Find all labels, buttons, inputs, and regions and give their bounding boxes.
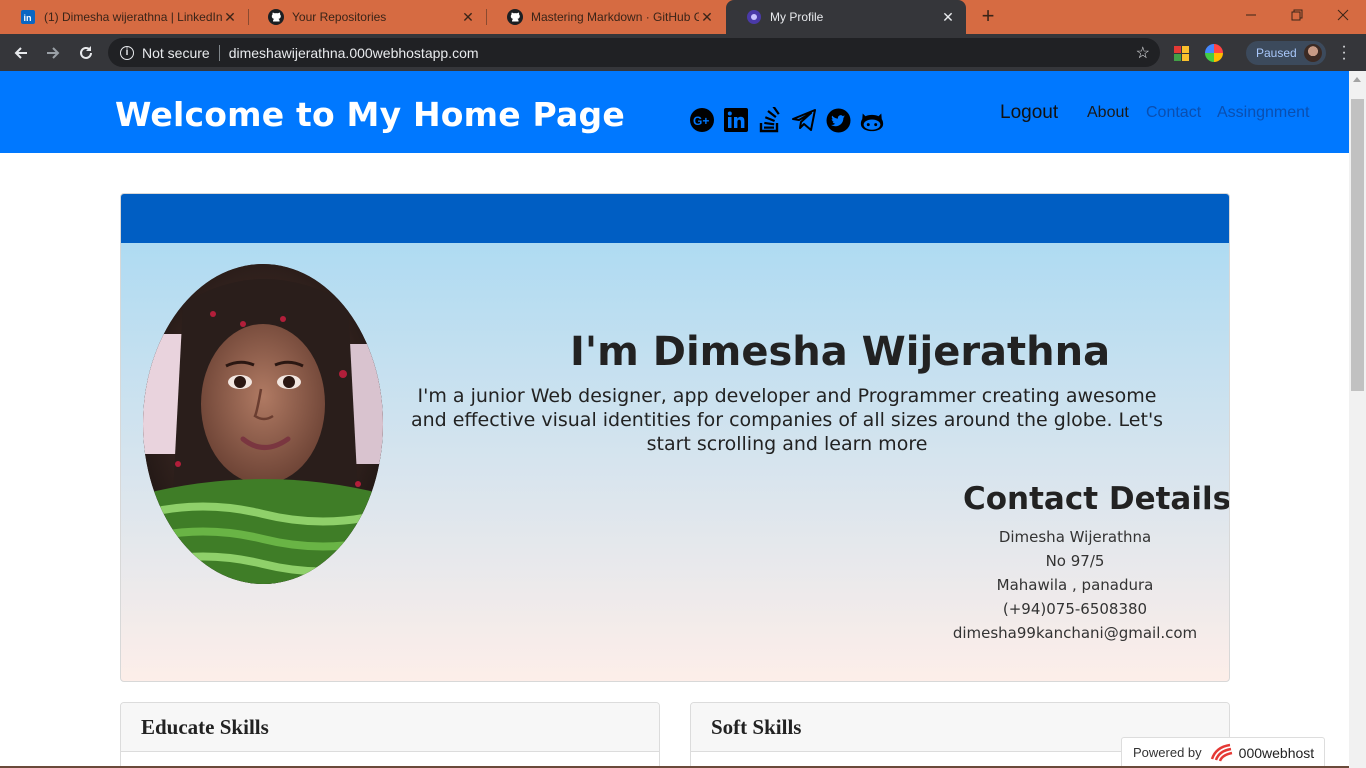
tab-strip: in (1) Dimesha wijerathna | LinkedIn ✕ Y… [0, 0, 1366, 34]
linkedin-icon[interactable] [723, 107, 749, 133]
info-icon[interactable]: i [120, 45, 134, 60]
profile-card: I'm Dimesha Wijerathna I'm a junior Web … [120, 193, 1230, 682]
close-window-button[interactable] [1320, 0, 1366, 30]
avatar [1304, 44, 1322, 62]
profile-button[interactable]: Paused [1246, 41, 1326, 65]
educate-skills-card: Educate Skills [120, 702, 660, 768]
back-button[interactable] [8, 40, 34, 66]
bookmark-star-icon[interactable]: ☆ [1136, 43, 1150, 63]
security-label: Not secure [142, 44, 210, 61]
github-icon [268, 9, 284, 25]
telegram-icon[interactable] [791, 107, 817, 133]
site-icon [746, 9, 762, 25]
close-icon[interactable]: ✕ [699, 9, 715, 26]
github-icon [507, 9, 523, 25]
site-title: Welcome to My Home Page [115, 95, 625, 134]
menu-icon[interactable]: · · · [1338, 39, 1350, 67]
nav-contact[interactable]: Contact [1146, 104, 1201, 122]
reload-button[interactable] [73, 40, 99, 66]
forward-button[interactable] [40, 40, 66, 66]
close-icon[interactable]: ✕ [940, 9, 956, 26]
contact-name: Dimesha Wijerathna [998, 528, 1152, 546]
stack-overflow-icon[interactable] [757, 107, 783, 133]
educate-skills-title: Educate Skills [121, 703, 659, 752]
tab-mastering-markdown[interactable]: Mastering Markdown · GitHub Gu ✕ [487, 0, 725, 34]
address-bar[interactable]: i Not secure dimeshawijerathna.000webhos… [108, 38, 1160, 67]
profile-status: Paused [1256, 46, 1297, 60]
contact-heading: Contact Details [963, 481, 1230, 517]
profile-greeting: I'm Dimesha Wijerathna [570, 329, 1111, 375]
000webhost-logo-icon [1210, 743, 1232, 761]
browser-toolbar: i Not secure dimeshawijerathna.000webhos… [0, 34, 1366, 71]
tab-title: Mastering Markdown · GitHub Gu [531, 10, 699, 24]
powered-by-label: Powered by [1133, 745, 1202, 760]
contact-phone: (+94)075-6508380 [1002, 600, 1148, 618]
scrollbar-thumb[interactable] [1351, 99, 1364, 391]
profile-intro: I'm a junior Web designer, app developer… [410, 385, 1164, 455]
profile-card-header [121, 194, 1229, 243]
color-picker-extension-icon[interactable] [1205, 44, 1223, 62]
tab-title: Your Repositories [292, 10, 387, 24]
close-icon[interactable]: ✕ [460, 9, 476, 26]
new-tab-button[interactable]: + [976, 4, 1000, 28]
tab-my-profile[interactable]: My Profile ✕ [726, 0, 966, 34]
scroll-up-arrow[interactable] [1353, 77, 1361, 82]
nav-assignment[interactable]: Assingnment [1217, 104, 1310, 122]
svg-text:in: in [24, 13, 32, 23]
contact-address-line2: Mahawila , panadura [996, 576, 1154, 594]
social-links: G+ [689, 107, 885, 133]
powered-by-badge[interactable]: Powered by 000webhost [1121, 737, 1325, 768]
twitter-icon[interactable] [825, 107, 851, 133]
restore-button[interactable] [1274, 0, 1320, 30]
tab-title: (1) Dimesha wijerathna | LinkedIn [44, 10, 222, 24]
tab-linkedin[interactable]: in (1) Dimesha wijerathna | LinkedIn ✕ [0, 0, 248, 34]
site-header: Welcome to My Home Page G+ Logout About [0, 71, 1349, 153]
tab-repositories[interactable]: Your Repositories ✕ [248, 0, 486, 34]
linkedin-icon: in [20, 9, 36, 25]
logout-button[interactable]: Logout [1000, 102, 1058, 124]
contact-details: Dimesha Wijerathna No 97/5 Mahawila , pa… [925, 525, 1225, 645]
profile-photo [143, 264, 383, 584]
url-text: dimeshawijerathna.000webhostapp.com [228, 44, 479, 61]
google-plus-icon[interactable]: G+ [689, 107, 715, 133]
nav-about[interactable]: About [1087, 104, 1129, 122]
tab-title: My Profile [770, 10, 824, 24]
page-scrollbar[interactable] [1349, 71, 1366, 768]
svg-text:G+: G+ [693, 114, 709, 128]
close-icon[interactable]: ✕ [222, 9, 238, 26]
extension-icon[interactable] [1174, 46, 1189, 61]
contact-address-line1: No 97/5 [1045, 552, 1105, 570]
minimize-button[interactable] [1228, 0, 1274, 30]
powered-by-brand: 000webhost [1238, 744, 1315, 761]
page-viewport: Welcome to My Home Page G+ Logout About [0, 71, 1349, 768]
contact-email: dimesha99kanchani@gmail.com [952, 624, 1198, 642]
github-icon[interactable] [859, 107, 885, 133]
